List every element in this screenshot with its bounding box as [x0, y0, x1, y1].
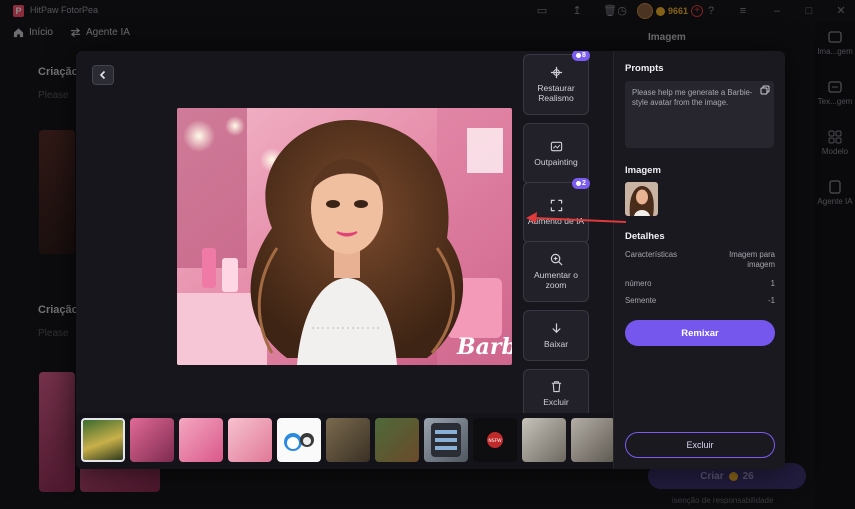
info-panel: Prompts Please help me generate a Barbie…: [614, 51, 785, 469]
prompts-heading: Prompts: [625, 63, 664, 74]
prompt-text-box[interactable]: Please help me generate a Barbie-style a…: [625, 81, 774, 148]
credit-badge: 8: [572, 51, 590, 61]
tool-label: Aumento de IA: [527, 216, 585, 226]
delete-tool-button[interactable]: Excluir: [523, 369, 589, 417]
history-thumbnail[interactable]: [571, 418, 615, 462]
tool-label: Baixar: [543, 339, 569, 349]
chevron-left-icon: [99, 70, 106, 80]
details-heading: Detalhes: [625, 231, 665, 242]
detail-value: -1: [768, 296, 775, 305]
delete-button[interactable]: Excluir: [625, 432, 775, 458]
history-thumbnail[interactable]: [277, 418, 321, 462]
image-heading: Imagem: [625, 165, 661, 176]
history-thumbnail[interactable]: [130, 418, 174, 462]
doraemon-icon: [284, 433, 314, 451]
history-thumbnail[interactable]: [228, 418, 272, 462]
credit-badge: 2: [572, 178, 590, 189]
history-thumbnail[interactable]: [522, 418, 566, 462]
reference-portrait: [625, 182, 658, 216]
reference-image[interactable]: [625, 182, 658, 216]
detail-key: Características: [625, 250, 677, 259]
ai-upscale-button[interactable]: 2 Aumento de IA: [523, 178, 590, 243]
detail-row: Características Imagem para imagem: [625, 250, 775, 270]
zoom-icon: [550, 253, 562, 266]
tool-label: Outpainting: [534, 157, 578, 167]
generated-image: Barbie: [177, 108, 512, 365]
restore-realism-button[interactable]: 8 Restaurar Realismo: [523, 51, 590, 115]
remix-button[interactable]: Remixar: [625, 320, 775, 346]
svg-text:NSFW: NSFW: [488, 438, 502, 444]
barbie-portrait: Barbie: [177, 108, 512, 365]
detail-key: Semente: [625, 296, 657, 305]
detail-row: número 1: [625, 279, 775, 289]
back-button[interactable]: [92, 65, 114, 85]
detail-value: Imagem para imagem: [729, 250, 775, 269]
history-filmstrip: NSFW: [76, 413, 615, 469]
history-thumbnail[interactable]: NSFW: [473, 418, 517, 462]
restore-icon: [550, 66, 562, 79]
expand-icon: [550, 199, 562, 212]
history-thumbnail[interactable]: [375, 418, 419, 462]
tool-label: Excluir: [543, 396, 569, 407]
prompt-text: Please help me generate a Barbie-style a…: [632, 88, 753, 107]
history-thumbnail[interactable]: [81, 418, 125, 462]
detail-key: número: [625, 279, 652, 288]
trash-icon: [551, 380, 561, 392]
zoom-in-button[interactable]: Aumentar o zoom: [523, 241, 589, 302]
download-button[interactable]: Baixar: [523, 310, 589, 361]
detail-value: 1: [770, 279, 775, 288]
history-thumbnail[interactable]: [424, 418, 468, 462]
detail-row: Semente -1: [625, 296, 775, 306]
copy-icon[interactable]: [760, 85, 770, 95]
download-icon: [551, 323, 561, 334]
nsfw-logo-icon: NSFW: [487, 432, 503, 448]
history-thumbnail[interactable]: [179, 418, 223, 462]
tool-label: Restaurar Realismo: [537, 83, 575, 103]
phone-screen-icon: [431, 423, 461, 457]
image-detail-modal: Barbie 8 Restaurar Realismo Outpainting …: [76, 51, 785, 469]
outpaint-icon: [550, 141, 562, 152]
outpainting-button[interactable]: Outpainting: [523, 123, 589, 184]
history-thumbnail[interactable]: [326, 418, 370, 462]
tool-label: Aumentar o zoom: [534, 270, 578, 290]
barbie-watermark: Barbie: [456, 334, 512, 360]
